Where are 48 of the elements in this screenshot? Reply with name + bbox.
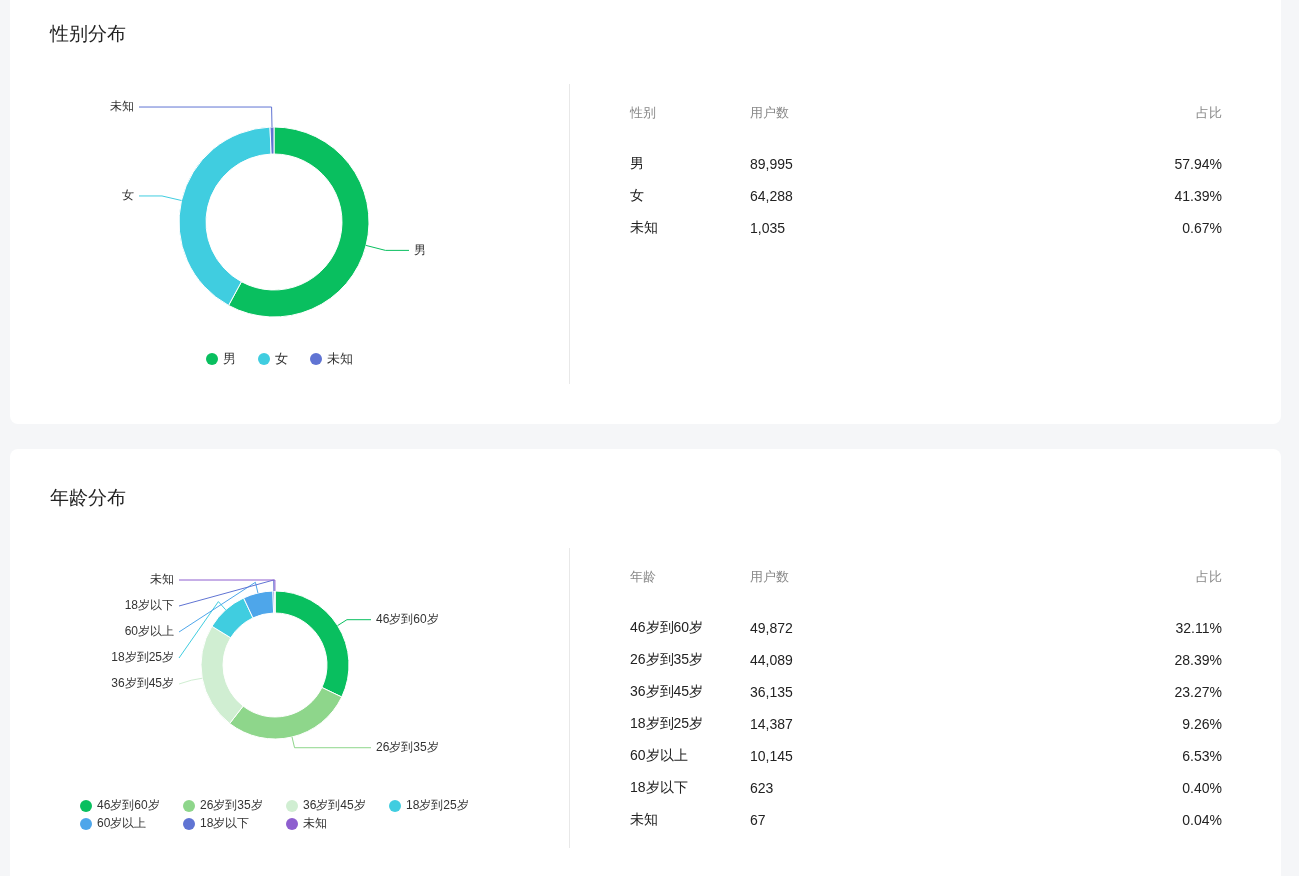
column-header: 年龄 [630,568,657,586]
table-cell-text: 60岁以上 [630,747,689,765]
table-cell: 57.94% [1174,156,1222,172]
table-cell: 28.39% [1174,652,1222,668]
table-cell-text: 18岁到25岁 [630,715,705,733]
table-cell-text: 10,145 [750,748,794,764]
slice-label: 男 [414,242,426,257]
slice-label: 18岁以下 [124,598,174,613]
section-title: 性别分布 [48,22,127,46]
slice-label: 未知 [110,99,134,114]
slice-label: 60岁以上 [124,624,174,639]
table-cell: 0.40% [1182,780,1222,796]
slice-label: 18岁到25岁 [111,650,174,665]
table-cell-text: 44,089 [750,652,794,668]
table-cell-text: 623 [750,780,775,796]
table-cell-text: 67 [750,812,767,828]
table-cell-text: 36,135 [750,684,794,700]
table-cell: 6.53% [1182,748,1222,764]
table-cell: 9.26% [1182,716,1222,732]
slice-label: 46岁到60岁 [376,611,439,626]
slice-label: 女 [122,188,134,203]
table-cell-text: 49,872 [750,620,794,636]
table-cell-text: 14,387 [750,716,794,732]
slice-label: 26岁到35岁 [376,739,439,754]
slice-label: 36岁到45岁 [111,676,174,691]
table-cell-text: 64,288 [750,188,794,204]
slice-label: 未知 [150,572,174,587]
column-header: 用户数 [750,568,790,586]
table-cell-text: 46岁到60岁 [630,619,705,637]
table-cell-text: 18岁以下 [630,779,689,797]
table-cell-text: 36岁到45岁 [630,683,705,701]
table-cell: 0.67% [1182,220,1222,236]
table-cell-text: 男 [630,155,645,173]
table-cell-text: 89,995 [750,156,794,172]
section-title: 年龄分布 [49,486,127,510]
table-cell-text: 1,035 [750,220,787,236]
table-cell-text: 女 [630,187,645,205]
table-cell-text: 未知 [630,811,659,829]
column-header: 占比 [1196,568,1222,586]
table-cell: 32.11% [1175,620,1222,636]
table-cell: 41.39% [1174,188,1222,204]
column-header: 用户数 [750,104,790,122]
table-cell-text: 26岁到35岁 [630,651,705,669]
column-header: 占比 [1196,104,1222,122]
column-header: 性别 [630,104,657,122]
table-cell: 0.04% [1182,812,1222,828]
table-cell-text: 未知 [630,219,659,237]
table-cell: 23.27% [1174,684,1222,700]
